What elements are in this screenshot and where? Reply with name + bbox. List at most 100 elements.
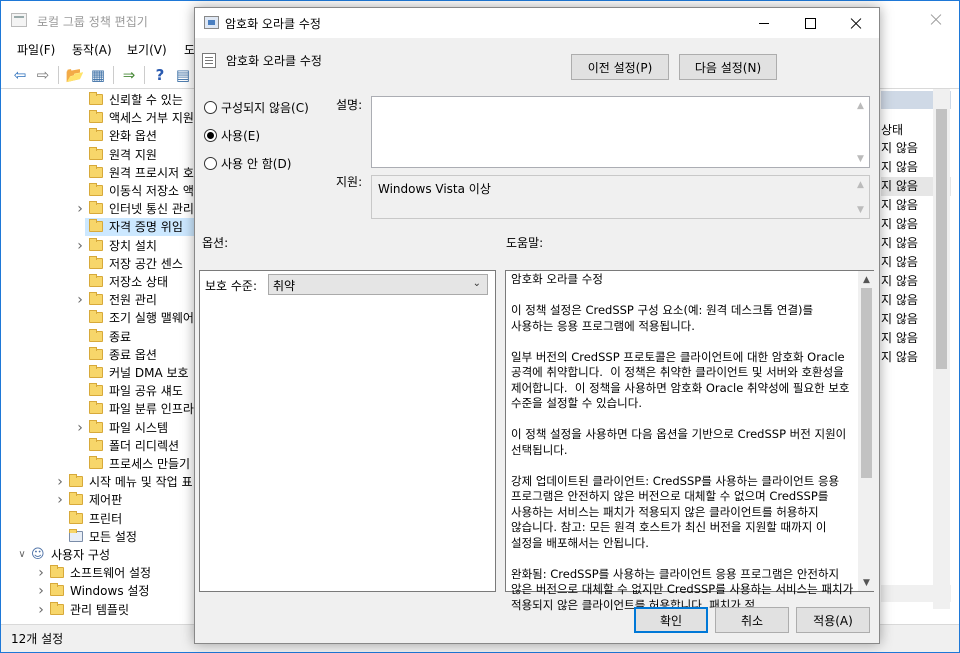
expand-icon[interactable]: › — [75, 419, 85, 437]
radio-enabled[interactable]: 사용(E) — [204, 127, 260, 143]
tree-item[interactable]: 원격 지원 — [9, 146, 195, 164]
tree-item[interactable]: 저장소 상태 — [9, 273, 195, 291]
scrollbar-thumb[interactable] — [936, 109, 947, 369]
radio-circle[interactable] — [204, 128, 217, 142]
tree-item[interactable]: 커널 DMA 보호 — [9, 364, 195, 382]
expand-icon[interactable]: › — [36, 601, 46, 619]
folder-icon — [89, 419, 103, 433]
expand-icon[interactable]: › — [75, 237, 85, 255]
export-list-icon[interactable]: ⇒ — [120, 66, 138, 84]
collapse-icon[interactable]: ∨ — [17, 546, 27, 564]
tree-item[interactable]: 종료 — [9, 328, 195, 346]
tree-item[interactable]: 모든 설정 — [9, 528, 195, 546]
properties-icon[interactable]: ▤ — [174, 66, 192, 84]
up-folder-icon[interactable]: 📂 — [66, 66, 85, 84]
protection-level-value: 취약 — [273, 279, 296, 293]
setting-state: 지 않음 — [881, 179, 918, 193]
tree-item[interactable]: 이동식 저장소 액 — [9, 182, 195, 200]
help-icon[interactable]: ? — [151, 66, 169, 84]
settings-list-hscrollbar[interactable] — [881, 585, 951, 602]
expand-icon[interactable]: › — [36, 564, 46, 582]
expand-icon[interactable]: › — [75, 200, 85, 218]
radio-label: 구성되지 않음(C) — [221, 100, 309, 115]
folder-icon — [89, 237, 103, 251]
tree-item[interactable]: › 전원 관리 — [9, 291, 195, 309]
help-scrollbar[interactable]: ▲ ▼ — [858, 271, 875, 591]
show-hide-tree-icon[interactable]: ▦ — [89, 66, 107, 84]
tree-item[interactable]: 조기 실행 맬웨어 — [9, 309, 195, 327]
tree-item[interactable]: › 파일 시스템 — [9, 419, 195, 437]
tree-item[interactable]: › 관리 템플릿 — [9, 601, 195, 619]
tree-item[interactable]: › 소프트웨어 설정 — [9, 564, 195, 582]
previous-setting-button[interactable]: 이전 설정(P) — [571, 54, 669, 80]
scroll-up-icon[interactable]: ▲ — [852, 176, 869, 193]
gpedit-close-icon[interactable] — [913, 1, 959, 39]
tree-item[interactable]: 폴더 리디렉션 — [9, 437, 195, 455]
tree-item-label: 종료 — [109, 329, 132, 344]
cancel-button[interactable]: 취소 — [715, 607, 789, 633]
scrollbar-thumb[interactable] — [861, 288, 872, 478]
back-icon[interactable]: ⇦ — [11, 66, 29, 84]
tree-item-label: 모든 설정 — [89, 529, 137, 544]
scroll-up-icon[interactable]: ▲ — [852, 97, 869, 114]
tree-item[interactable]: › 장치 설치 — [9, 237, 195, 255]
tree-item[interactable]: 신뢰할 수 있는 — [9, 91, 195, 109]
radio-label: 사용 안 함(D) — [221, 156, 292, 171]
forward-icon[interactable]: ⇨ — [34, 66, 52, 84]
radio-label: 사용(E) — [221, 128, 261, 143]
tree-item[interactable]: 파일 공유 섀도 — [9, 382, 195, 400]
tree-item[interactable]: 완화 옵션 — [9, 127, 195, 145]
folder-icon — [89, 346, 103, 360]
tree-item[interactable]: 저장 공간 센스 — [9, 255, 195, 273]
setting-state: 지 않음 — [881, 160, 918, 174]
tree-item[interactable]: 자격 증명 위임 — [85, 218, 195, 237]
folder-icon — [50, 565, 64, 579]
setting-state: 지 않음 — [881, 236, 918, 250]
folder-icon — [69, 474, 83, 488]
tree-item[interactable]: 프린터 — [9, 510, 195, 528]
settings-list-scrollbar[interactable] — [933, 89, 950, 609]
menu-view[interactable]: 보기(V) — [127, 41, 167, 58]
scroll-up-icon[interactable]: ▲ — [858, 271, 875, 288]
radio-circle[interactable] — [204, 156, 217, 170]
tree-item[interactable]: › 제어판 — [9, 491, 195, 509]
expand-icon[interactable]: › — [55, 473, 65, 491]
tree-item[interactable]: › 시작 메뉴 및 작업 표 — [9, 473, 195, 491]
tree-item-label: 액세스 거부 지원 — [109, 111, 194, 126]
ok-button[interactable]: 확인 — [634, 607, 708, 633]
comment-scrollbar[interactable]: ▲ ▼ — [852, 97, 869, 167]
tree-item[interactable]: › 인터넷 통신 관리 — [9, 200, 195, 218]
menu-file[interactable]: 파일(F) — [17, 41, 55, 58]
maximize-icon[interactable] — [787, 8, 833, 38]
column-header-label: 상태 — [881, 123, 904, 137]
menu-action[interactable]: 동작(A) — [72, 41, 112, 58]
close-icon[interactable] — [833, 8, 879, 38]
tree-item[interactable]: › Windows 설정 — [9, 582, 195, 600]
scroll-down-icon[interactable]: ▼ — [858, 574, 875, 591]
supported-scrollbar[interactable]: ▲ ▼ — [852, 176, 869, 218]
tree-item[interactable]: 종료 옵션 — [9, 346, 195, 364]
tree-item-label: 폴더 리디렉션 — [109, 438, 180, 453]
apply-button[interactable]: 적용(A) — [796, 607, 870, 633]
radio-disabled[interactable]: 사용 안 함(D) — [204, 155, 291, 171]
tree-item[interactable]: 프로세스 만들기 — [9, 455, 195, 473]
radio-circle[interactable] — [204, 100, 217, 114]
protection-level-dropdown[interactable]: 취약 ⌄ — [268, 274, 488, 295]
tree-item[interactable]: ∨ ☺ 사용자 구성 — [9, 546, 195, 564]
tree-item[interactable]: 파일 분류 인프라 — [9, 400, 195, 418]
expand-icon[interactable]: › — [36, 582, 46, 600]
comment-textarea[interactable]: ▲ ▼ — [371, 96, 870, 168]
expand-icon[interactable]: › — [55, 491, 65, 509]
radio-not-configured[interactable]: 구성되지 않음(C) — [204, 99, 309, 115]
user-config-icon: ☺ — [31, 547, 45, 562]
tree-item[interactable]: 원격 프로시저 호 — [9, 164, 195, 182]
minimize-icon[interactable] — [741, 8, 787, 38]
tree-item-label: 프린터 — [89, 511, 123, 526]
scroll-down-icon[interactable]: ▼ — [852, 150, 869, 167]
next-setting-button[interactable]: 다음 설정(N) — [679, 54, 777, 80]
scroll-down-icon[interactable]: ▼ — [852, 201, 869, 218]
tree-item[interactable]: 액세스 거부 지원 — [9, 109, 195, 127]
folder-icon — [89, 328, 103, 342]
expand-icon[interactable]: › — [75, 291, 85, 309]
tree-item-label: 이동식 저장소 액 — [109, 184, 194, 198]
